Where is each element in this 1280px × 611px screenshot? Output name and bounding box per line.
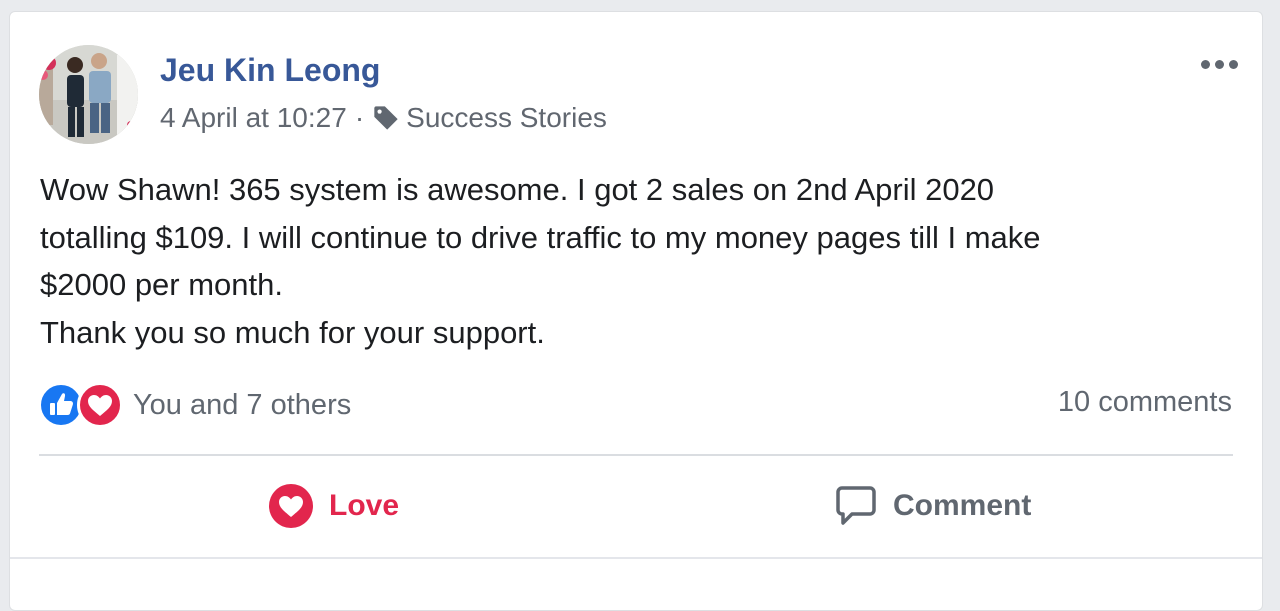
post-meta: 4 April at 10:27 · Success Stories — [160, 102, 607, 134]
post-body-line: Thank you so much for your support. — [40, 314, 545, 350]
meta-separator: · — [354, 102, 365, 133]
love-icon — [268, 483, 314, 529]
comments-count[interactable]: 10 comments — [1058, 386, 1232, 419]
love-button-label: Love — [329, 489, 400, 522]
post-timestamp[interactable]: 4 April at 10:27 — [160, 102, 347, 134]
post-card: Jeu Kin Leong 4 April at 10:27 · Success… — [9, 11, 1263, 611]
divider — [39, 454, 1233, 456]
card-bottom-divider — [10, 557, 1262, 559]
more-options-icon[interactable] — [1196, 54, 1242, 74]
post-body-line: Wow Shawn! 365 system is awesome. I got … — [40, 172, 995, 207]
comment-icon — [834, 484, 878, 528]
post-body-line: $2000 per month. — [40, 267, 284, 302]
post-body-line: totalling $109. I will continue to drive… — [40, 219, 1041, 255]
love-button[interactable]: Love — [268, 484, 399, 528]
comment-button-label: Comment — [893, 489, 1032, 522]
reactions-summary[interactable]: You and 7 others — [38, 382, 351, 428]
avatar-photo — [39, 45, 138, 144]
post-body: Wow Shawn! 365 system is awesome. I got … — [40, 166, 1220, 356]
tag-icon — [372, 104, 400, 132]
reactions-count-text: You and 7 others — [133, 388, 352, 421]
author-name[interactable]: Jeu Kin Leong — [160, 52, 380, 89]
post-topic[interactable]: Success Stories — [406, 102, 607, 134]
author-avatar[interactable] — [39, 45, 138, 144]
love-reaction-icon — [77, 382, 123, 428]
comment-button[interactable]: Comment — [834, 484, 1031, 528]
